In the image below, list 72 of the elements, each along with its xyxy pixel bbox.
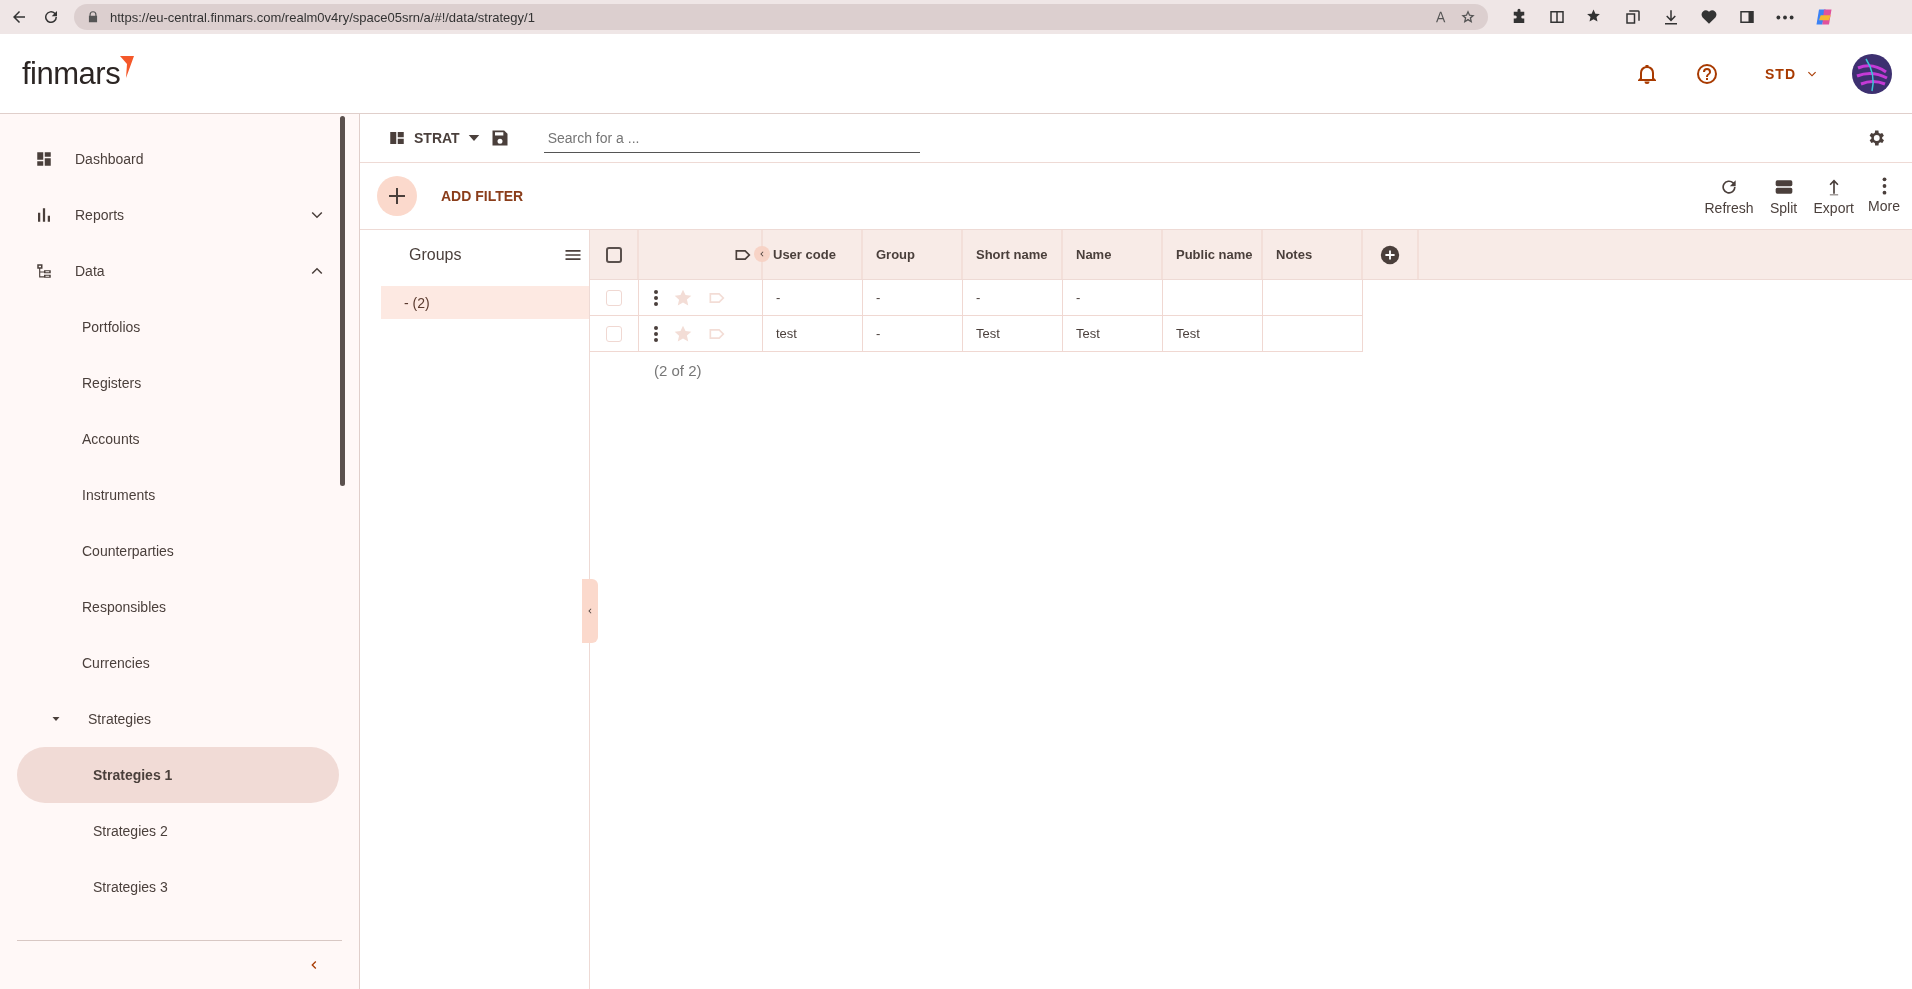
heart-pulse-icon	[1700, 8, 1718, 26]
group-item[interactable]: - (2)	[381, 286, 589, 319]
sidebar-item[interactable]: Strategies	[17, 691, 339, 747]
collapse-column-icon[interactable]	[754, 246, 770, 262]
groups-title: Groups	[409, 246, 462, 264]
sidebar-item[interactable]: Registers	[17, 355, 339, 411]
sidebar-item[interactable]: Strategies 1	[17, 747, 339, 803]
table-cell: -	[863, 316, 963, 352]
logo[interactable]: finmars	[22, 55, 135, 92]
collapse-panel-handle[interactable]	[582, 579, 598, 643]
sidebar-item[interactable]: Currencies	[17, 635, 339, 691]
sidebar-item[interactable]: Dashboard	[17, 131, 339, 187]
row-checkbox[interactable]	[606, 325, 622, 342]
flag-mark-icon	[120, 55, 135, 78]
toolbar-action[interactable]: More	[1862, 174, 1906, 218]
sidebar-item[interactable]: Strategies 3	[17, 859, 339, 915]
tree-icon	[35, 262, 53, 280]
table-cell: test	[763, 316, 863, 352]
workspace-dropdown[interactable]: STD	[1761, 61, 1822, 86]
copilot-icon	[1814, 7, 1834, 27]
toolbar-action[interactable]: Export	[1811, 174, 1856, 218]
table-cell: -	[763, 280, 863, 316]
download-icon	[1662, 8, 1680, 26]
add-column-icon	[1379, 243, 1401, 266]
search-field[interactable]: Search for a ...	[543, 123, 920, 153]
more-icon	[1776, 14, 1794, 20]
kebab-menu-icon	[653, 288, 659, 307]
sidebar-item[interactable]: Instruments	[17, 467, 339, 523]
scrollbar[interactable]	[340, 116, 345, 486]
toolbar-action[interactable]: Split	[1761, 174, 1806, 218]
sidebar-item[interactable]: Strategies 2	[17, 803, 339, 859]
sidebar-icon	[1738, 8, 1756, 26]
toolbar-action[interactable]: Refresh	[1702, 174, 1756, 218]
sidebar-item[interactable]: Reports	[17, 187, 339, 243]
column-header[interactable]: Group	[863, 230, 963, 279]
address-bar[interactable]: https://eu-central.finmars.com/realm0v4ry/space05srn/a/#!/data/strategy/1	[74, 4, 1488, 30]
table-cell: Test	[1163, 316, 1263, 352]
column-header[interactable]: Short name	[963, 230, 1063, 279]
table-cell: -	[863, 280, 963, 316]
bar-chart-icon	[35, 206, 53, 224]
row-count: (2 of 2)	[654, 362, 702, 379]
column-header[interactable]: Notes	[1263, 230, 1363, 279]
star-outline-icon	[1460, 9, 1476, 25]
column-header[interactable]: Name	[1063, 230, 1163, 279]
sidebar-item[interactable]: Accounts	[17, 411, 339, 467]
reload-icon	[42, 8, 60, 26]
column-header[interactable]: User code	[763, 230, 863, 279]
add-filter-button[interactable]: ADD FILTER	[439, 186, 526, 206]
split-screen-icon	[1548, 8, 1566, 26]
dashboard-icon	[35, 150, 53, 168]
select-all-checkbox[interactable]	[605, 246, 622, 263]
table-cell: -	[1063, 280, 1163, 316]
plus-icon	[389, 188, 405, 204]
layout-dropdown[interactable]: STRAT	[386, 127, 482, 149]
row-checkbox[interactable]	[606, 289, 622, 306]
collections-icon	[1624, 8, 1642, 26]
kebab-menu-icon	[653, 324, 659, 343]
sidebar-item[interactable]: Data	[17, 243, 339, 299]
sidebar-item[interactable]: Portfolios	[17, 299, 339, 355]
more-vertical-icon	[1881, 176, 1887, 195]
lock-icon	[86, 10, 100, 24]
table-cell: -	[963, 280, 1063, 316]
layout-icon	[388, 129, 406, 147]
sidebar-item[interactable]: Counterparties	[17, 523, 339, 579]
help-icon	[1695, 61, 1719, 86]
avatar-icon[interactable]	[1852, 53, 1892, 94]
table-cell: Test	[1063, 316, 1163, 352]
add-filter-icon-button[interactable]	[377, 176, 417, 216]
sidebar-item[interactable]: Responsibles	[17, 579, 339, 635]
column-header[interactable]: Public name	[1163, 230, 1263, 279]
table-cell: Test	[963, 316, 1063, 352]
caret-down-icon	[467, 135, 480, 141]
